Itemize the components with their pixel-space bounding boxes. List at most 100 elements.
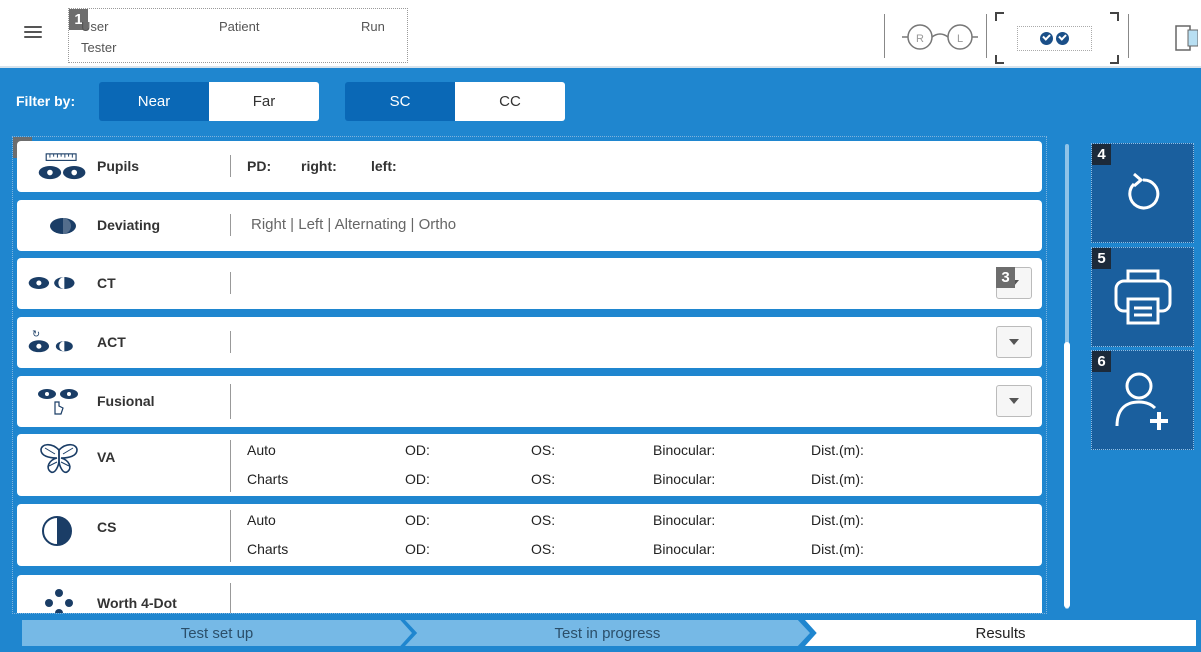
test-row-worth-4-dot[interactable]: Worth 4-Dot — [17, 575, 1042, 613]
refresh-icon — [1127, 172, 1159, 210]
both-eyes-checked-icon — [1017, 26, 1092, 51]
row-divider — [230, 440, 231, 492]
filter-far-button[interactable]: Far — [209, 82, 319, 121]
cs-charts-distance: Dist.(m): — [811, 541, 864, 557]
list-scrollbar-thumb[interactable] — [1064, 342, 1070, 608]
run-label: Run — [361, 19, 385, 34]
pd-label: PD: — [247, 158, 272, 174]
alternate-cover-test-icon: ↻ — [27, 325, 83, 359]
test-row-act[interactable]: ↻ ACT — [17, 317, 1042, 368]
top-bar: 1 User Patient Run Tester R L — [0, 0, 1201, 68]
test-name: VA — [97, 449, 116, 465]
eye-selection-toggle[interactable] — [995, 12, 1119, 64]
chevron-down-icon — [1009, 398, 1019, 404]
contrast-icon — [39, 514, 95, 548]
reset-button[interactable]: 4 — [1091, 143, 1194, 243]
va-charts-label: Charts — [247, 471, 289, 487]
svg-text:↻: ↻ — [32, 329, 40, 339]
test-name: Deviating — [97, 217, 161, 233]
test-name: CT — [97, 275, 116, 291]
device-icon[interactable] — [1172, 22, 1198, 54]
distance-filter: Near Far — [99, 82, 319, 121]
cs-auto-label: Auto — [247, 512, 276, 528]
step-results[interactable]: Results — [805, 620, 1196, 646]
row-divider — [230, 272, 231, 294]
add-user-icon — [1115, 372, 1168, 430]
patient-label: Patient — [219, 19, 260, 34]
glasses-icon[interactable]: R L — [902, 22, 978, 52]
deviating-options[interactable]: Right | Left | Alternating | Ortho — [251, 216, 456, 233]
va-charts-binocular: Binocular: — [653, 471, 716, 487]
row-divider — [230, 155, 231, 177]
test-name: Pupils — [97, 158, 140, 174]
user-label: User — [81, 19, 109, 34]
row-divider — [230, 583, 231, 613]
step-test-in-progress[interactable]: Test in progress — [405, 620, 810, 646]
butterfly-icon — [39, 442, 95, 476]
cs-auto-distance: Dist.(m): — [811, 512, 864, 528]
step-test-set-up[interactable]: Test set up — [22, 620, 412, 646]
test-name: ACT — [97, 334, 126, 350]
test-row-pupils[interactable]: Pupils PD: right: left: — [17, 141, 1042, 192]
va-auto-binocular: Binocular: — [653, 442, 716, 458]
filter-label: Filter by: — [16, 93, 76, 109]
filter-sc-button[interactable]: SC — [345, 82, 455, 121]
ct-dropdown-button[interactable]: 3 — [996, 267, 1032, 299]
four-dot-icon — [39, 583, 95, 613]
va-auto-distance: Dist.(m): — [811, 442, 864, 458]
eye-icon — [35, 208, 91, 242]
badge-number: 3 — [996, 267, 1015, 288]
glasses-right-label: R — [916, 33, 924, 45]
hamburger-menu-icon[interactable] — [22, 22, 44, 42]
row-divider — [230, 331, 231, 353]
filter-near-button[interactable]: Near — [99, 82, 209, 121]
glasses-left-label: L — [957, 33, 963, 45]
va-charts-distance: Dist.(m): — [811, 471, 864, 487]
test-row-fusional[interactable]: Fusional — [17, 376, 1042, 427]
cs-charts-os: OS: — [531, 541, 556, 557]
pd-right-label: right: — [301, 158, 337, 174]
badge-number: 6 — [1092, 351, 1111, 372]
row-divider — [230, 384, 231, 419]
divider — [986, 14, 987, 58]
test-name: Fusional — [97, 393, 155, 409]
cs-auto-os: OS: — [531, 512, 556, 528]
row-divider — [230, 510, 231, 562]
add-patient-button[interactable]: 6 — [1091, 350, 1194, 450]
correction-filter: SC CC — [345, 82, 565, 121]
pd-left-label: left: — [371, 158, 397, 174]
pupils-icon — [35, 149, 91, 183]
va-auto-os: OS: — [531, 442, 556, 458]
cs-auto-binocular: Binocular: — [653, 512, 716, 528]
printer-icon — [1114, 269, 1171, 325]
print-button[interactable]: 5 — [1091, 247, 1194, 347]
test-name: Worth 4-Dot — [97, 595, 177, 611]
divider — [1128, 14, 1129, 58]
test-row-va[interactable]: VA Auto OD: OS: Binocular: Dist.(m): Cha… — [17, 434, 1042, 496]
row-divider — [230, 214, 231, 236]
va-charts-os: OS: — [531, 471, 556, 487]
fusional-icon — [35, 384, 91, 418]
test-row-cs[interactable]: CS Auto OD: OS: Binocular: Dist.(m): Cha… — [17, 504, 1042, 566]
fusional-dropdown-button[interactable] — [996, 385, 1032, 417]
test-list: 2 Pupils PD: right: left: Deviating Righ… — [12, 136, 1047, 614]
cs-charts-binocular: Binocular: — [653, 541, 716, 557]
va-auto-od: OD: — [405, 442, 430, 458]
act-dropdown-button[interactable] — [996, 326, 1032, 358]
session-info-box[interactable]: 1 User Patient Run Tester — [68, 8, 408, 63]
cover-test-icon — [27, 266, 83, 300]
badge-number: 5 — [1092, 248, 1111, 269]
badge-number: 4 — [1092, 144, 1111, 165]
chevron-down-icon — [1009, 339, 1019, 345]
test-name: CS — [97, 519, 117, 535]
cs-charts-label: Charts — [247, 541, 289, 557]
cs-auto-od: OD: — [405, 512, 430, 528]
user-value: Tester — [81, 40, 117, 55]
filter-cc-button[interactable]: CC — [455, 82, 565, 121]
progress-steps: Test set up Test in progress Results — [0, 618, 1201, 652]
test-row-deviating[interactable]: Deviating Right | Left | Alternating | O… — [17, 200, 1042, 251]
va-auto-label: Auto — [247, 442, 276, 458]
cs-charts-od: OD: — [405, 541, 430, 557]
test-row-ct[interactable]: CT 3 — [17, 258, 1042, 309]
va-charts-od: OD: — [405, 471, 430, 487]
